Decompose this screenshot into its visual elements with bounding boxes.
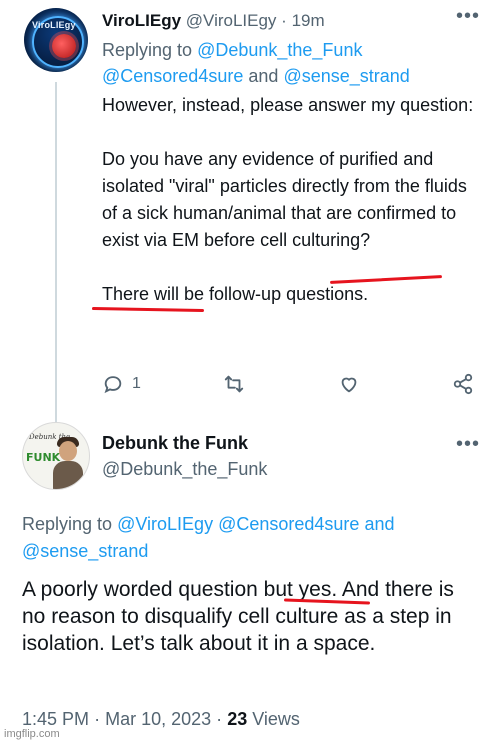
tweet2-time[interactable]: 1:45 PM — [22, 709, 89, 729]
more-horizontal-icon[interactable]: ••• — [456, 6, 480, 26]
mention-link[interactable]: @sense_strand — [22, 541, 148, 561]
replying-and: and — [364, 514, 395, 534]
share-button[interactable] — [452, 370, 474, 398]
tweet1-time[interactable]: 19m — [292, 11, 325, 30]
tweet2-meta: 1:45 PM · Mar 10, 2023 · 23 Views — [22, 707, 300, 731]
views-count[interactable]: 23 — [227, 709, 247, 729]
mention-link[interactable]: @sense_strand — [283, 66, 409, 86]
mention-link[interactable]: @Debunk_the_Funk — [197, 40, 362, 60]
like-button[interactable] — [338, 370, 360, 398]
tweet2-date[interactable]: Mar 10, 2023 — [105, 709, 211, 729]
retweet-button[interactable] — [222, 370, 246, 398]
replying-prefix: Replying to — [22, 514, 113, 534]
tweet1-paragraph: There will be follow-up questions. — [102, 284, 369, 304]
tweet1-paragraph: Do you have any evidence of purified and… — [102, 149, 467, 250]
tweet2-separator: · — [216, 709, 223, 729]
tweet1-display-name[interactable]: ViroLIEgy — [102, 11, 181, 30]
thread-connector-line — [55, 82, 57, 422]
avatar-head-graphic — [59, 441, 77, 461]
share-icon — [452, 373, 474, 395]
reply-icon — [102, 373, 124, 395]
tweet2-separator: · — [94, 709, 101, 729]
tweet2-replying-to: Replying to @ViroLIEgy @Censored4sure an… — [22, 511, 482, 565]
replying-prefix: Replying to — [102, 40, 193, 60]
mention-link[interactable]: @Censored4sure — [102, 66, 243, 86]
reply-count: 1 — [132, 375, 141, 392]
avatar-debunk-the-funk[interactable]: Debunk the FUNK — [22, 422, 90, 490]
reply-button[interactable]: 1 — [102, 370, 141, 398]
mention-link[interactable]: @Censored4sure — [218, 514, 359, 534]
mention-link[interactable]: @ViroLIEgy — [117, 514, 213, 534]
virus-icon — [52, 34, 76, 58]
avatar-funk-text: FUNK — [26, 451, 61, 464]
more-horizontal-icon[interactable]: ••• — [456, 434, 480, 454]
tweet2-handle[interactable]: @Debunk_the_Funk — [102, 457, 267, 481]
imgflip-watermark: imgflip.com — [4, 728, 60, 740]
tweet1-action-bar: 1 — [102, 370, 478, 398]
retweet-icon — [222, 373, 246, 395]
tweet2-body: A poorly worded question but yes. And th… — [22, 578, 454, 655]
avatar-virolie[interactable]: ViroLIEgy — [24, 8, 88, 72]
red-underline-annotation — [91, 307, 205, 312]
tweet1-header: ViroLIEgy @ViroLIEgy · 19m — [102, 8, 480, 34]
heart-icon — [338, 373, 360, 395]
avatar-logo-text: ViroLIEgy — [32, 20, 76, 30]
screenshot-page: ViroLIEgy ViroLIEgy @ViroLIEgy · 19m •••… — [0, 0, 500, 743]
avatar-body-graphic — [53, 461, 83, 489]
replying-and: and — [248, 66, 279, 86]
tweet1-replying-to: Replying to @Debunk_the_Funk @Censored4s… — [102, 37, 482, 89]
tweet1-separator: · — [281, 11, 287, 30]
tweet2-display-name[interactable]: Debunk the Funk — [102, 431, 248, 455]
tweet1-handle[interactable]: @ViroLIEgy — [186, 11, 277, 30]
tweet1-paragraph: However, instead, please answer my quest… — [102, 95, 474, 115]
views-label: Views — [252, 709, 300, 729]
